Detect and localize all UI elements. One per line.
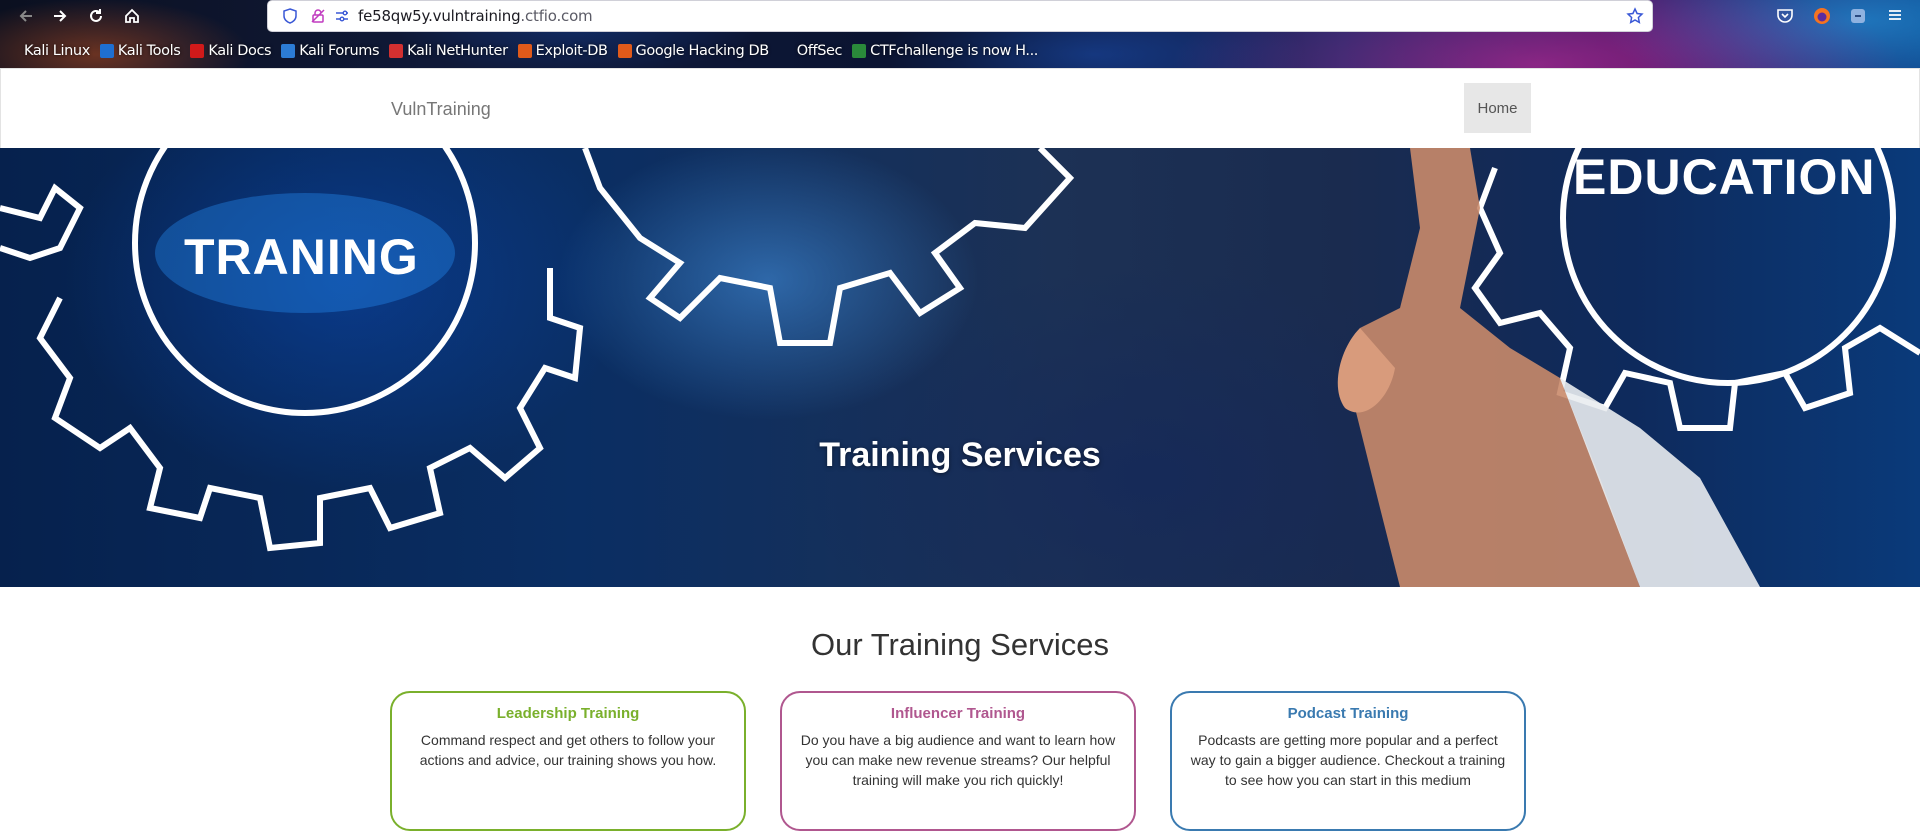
hero-title: Training Services	[819, 436, 1101, 474]
bookmark-label: Kali Tools	[117, 43, 181, 59]
bookmarks-toolbar: Kali Linux Kali Tools Kali Docs Kali For…	[24, 38, 1048, 64]
card-title: Podcast Training	[1287, 705, 1409, 722]
bookmark-item[interactable]: CTFchallenge is now H...	[852, 38, 1038, 64]
bookmark-item[interactable]: Kali Forums	[281, 38, 380, 64]
bookmark-item[interactable]: Kali Linux	[24, 38, 90, 64]
permissions-icon[interactable]	[310, 8, 326, 29]
card-title: Influencer Training	[890, 705, 1026, 722]
url-text[interactable]: fe58qw5y.vulntraining.ctfio.com	[358, 7, 593, 25]
bookmark-label: Kali NetHunter	[407, 43, 508, 59]
card-text: Do you have a big audience and want to l…	[800, 732, 1116, 788]
service-card-influencer: Influencer Training Do you have a big au…	[780, 691, 1136, 831]
service-card-leadership: Leadership Training Command respect and …	[390, 691, 746, 831]
bookmark-favicon	[190, 44, 205, 58]
back-arrow-icon[interactable]	[14, 4, 38, 28]
bookmark-item[interactable]: OffSec	[779, 38, 843, 64]
bookmark-label: Exploit-DB	[535, 43, 608, 59]
bookmark-item[interactable]: Google Hacking DB	[617, 38, 770, 64]
bookmark-label: CTFchallenge is now H...	[870, 43, 1038, 59]
bookmark-label: Kali Docs	[208, 43, 272, 59]
bookmark-item[interactable]: Exploit-DB	[517, 38, 608, 64]
card-text: Podcasts are getting more popular and a …	[1190, 732, 1506, 788]
bookmark-item[interactable]: Kali Tools	[99, 38, 181, 64]
reload-icon[interactable]	[84, 4, 108, 28]
bookmark-label: Kali Linux	[24, 43, 90, 59]
url-host: fe58qw5y.vulntraining	[358, 7, 521, 25]
shield-icon[interactable]	[282, 8, 298, 29]
nav-home-link[interactable]: Home	[1464, 83, 1531, 133]
extensions-icon[interactable]	[1848, 6, 1868, 26]
card-title: Leadership Training	[496, 705, 640, 722]
bookmark-label: Google Hacking DB	[635, 43, 770, 59]
browser-toolbar: fe58qw5y.vulntraining.ctfio.com Kali Lin…	[0, 0, 1920, 68]
forward-arrow-icon[interactable]	[48, 4, 72, 28]
bookmark-favicon	[389, 44, 404, 58]
bookmark-label: OffSec	[796, 43, 843, 59]
service-card-podcast: Podcast Training Podcasts are getting mo…	[1170, 691, 1526, 831]
bookmark-item[interactable]: Kali Docs	[190, 38, 272, 64]
menu-icon[interactable]	[1886, 6, 1906, 26]
bookmark-favicon	[281, 44, 296, 58]
services-heading: Our Training Services	[810, 627, 1110, 662]
bookmark-favicon	[852, 44, 867, 58]
bookmark-favicon	[779, 44, 793, 58]
bookmark-favicon	[517, 44, 532, 58]
site-navbar: VulnTraining Home	[0, 68, 1920, 149]
site-brand[interactable]: VulnTraining	[391, 99, 491, 120]
bookmark-label: Kali Forums	[299, 43, 380, 59]
gear-right-label: EDUCATION	[1573, 149, 1876, 205]
site-info-icon[interactable]	[334, 8, 350, 29]
bookmark-item[interactable]: Kali NetHunter	[389, 38, 508, 64]
bookmark-favicon	[99, 44, 114, 58]
gear-left-label: TRANING	[184, 229, 419, 285]
url-bar[interactable]: fe58qw5y.vulntraining.ctfio.com	[268, 1, 1652, 31]
home-icon[interactable]	[120, 4, 144, 28]
hero-image	[0, 148, 1920, 587]
pocket-icon[interactable]	[1776, 6, 1796, 26]
bookmark-star-icon[interactable]	[1626, 7, 1644, 30]
url-tld: .ctfio.com	[520, 7, 593, 25]
card-text: Command respect and get others to follow…	[419, 732, 717, 768]
firefox-account-icon[interactable]	[1812, 6, 1832, 26]
hero-banner: TRANING EDUCATION Training Services	[0, 148, 1920, 587]
bookmark-favicon	[617, 44, 632, 58]
